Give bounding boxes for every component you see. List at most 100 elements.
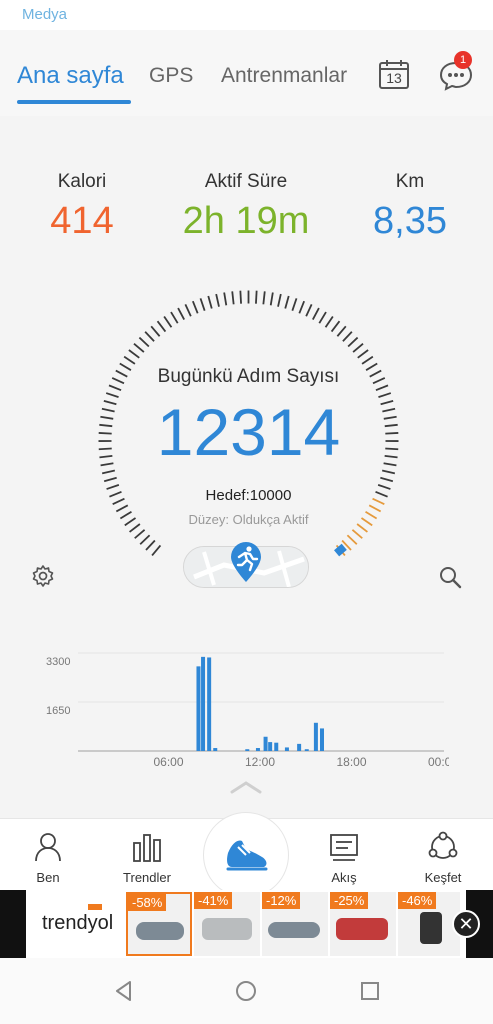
chart-x-tick-label: 18:00 xyxy=(337,755,367,769)
workout-shoe-button[interactable] xyxy=(203,812,289,898)
ad-product-2[interactable]: -41% xyxy=(194,892,260,956)
chart-bar xyxy=(284,747,289,751)
ad-product-image xyxy=(202,918,252,940)
ad-product-image xyxy=(336,918,388,940)
tab-gps[interactable]: GPS xyxy=(149,64,193,88)
runner-pin-icon[interactable] xyxy=(228,540,264,584)
chart-bar xyxy=(245,749,250,751)
chart-y-tick-label: 3300 xyxy=(46,656,70,668)
ad-product-image xyxy=(420,912,442,944)
ad-left-edge xyxy=(0,890,26,958)
discover-icon xyxy=(428,831,458,859)
ad-product-1[interactable]: -58% xyxy=(126,892,192,956)
gauge-tick xyxy=(298,300,305,314)
gauge-tick xyxy=(123,355,136,365)
search-icon[interactable] xyxy=(438,565,462,589)
gauge-tick xyxy=(207,295,213,309)
notification-badge: 1 xyxy=(454,51,472,69)
gauge-tick xyxy=(324,315,334,328)
gauge-tick xyxy=(231,291,235,305)
ad-discount-5: -46% xyxy=(398,892,437,909)
gauge-tick xyxy=(255,290,258,304)
ad-product-image xyxy=(136,922,184,940)
calendar-icon[interactable]: 13 xyxy=(378,58,410,90)
gauge-tick xyxy=(128,349,140,359)
ad-close-icon[interactable]: ✕ xyxy=(452,910,480,938)
tab-workouts[interactable]: Antrenmanlar xyxy=(221,64,347,88)
gauge-tick xyxy=(139,534,151,545)
nav-item-discover[interactable]: Keşfet xyxy=(408,831,478,885)
bar-chart-icon xyxy=(133,834,161,862)
gauge-tick xyxy=(346,534,358,545)
gauge-tick xyxy=(144,331,155,342)
ad-discount-2: -41% xyxy=(194,892,233,909)
gauge-tick xyxy=(101,469,116,475)
back-icon[interactable] xyxy=(113,980,135,1002)
stat-km-value: 8,35 xyxy=(373,200,447,242)
gauge-tick xyxy=(380,476,394,483)
person-icon xyxy=(35,833,61,862)
ad-product-4[interactable]: -25% xyxy=(330,892,396,956)
gauge-tick xyxy=(150,325,161,337)
ad-product-5[interactable]: -46% xyxy=(398,892,460,956)
home-icon[interactable] xyxy=(235,980,257,1002)
messages-icon[interactable]: 1 xyxy=(438,51,474,92)
stat-active-time-value: 2h 19m xyxy=(182,200,310,242)
step-goal: Hedef:10000 xyxy=(205,487,292,504)
nav-item-trends[interactable]: Trendler xyxy=(112,831,182,885)
chevron-up-icon[interactable] xyxy=(230,780,262,794)
chart-bar xyxy=(274,742,279,751)
gauge-tick xyxy=(145,539,156,551)
ad-banner[interactable]: trendyol -58% -41% -12% -25% -46% ✕ xyxy=(0,890,493,958)
chart-bar xyxy=(313,722,318,751)
gauge-tick xyxy=(269,292,274,306)
gauge-tick xyxy=(239,290,242,304)
active-tab-indicator xyxy=(17,100,131,104)
gauge-tick xyxy=(342,331,353,342)
ad-discount-3: -12% xyxy=(262,892,301,909)
chart-bar xyxy=(297,743,302,751)
nav-label-feed: Akış xyxy=(331,870,357,885)
chart-x-tick-label: 06:00 xyxy=(154,755,184,769)
gauge-tick xyxy=(134,529,146,539)
status-bar: Medya xyxy=(0,0,493,30)
recents-icon[interactable] xyxy=(359,980,381,1002)
gauge-tick xyxy=(336,325,347,337)
settings-gear-icon[interactable] xyxy=(31,564,55,588)
nav-item-me[interactable]: Ben xyxy=(13,831,83,885)
gauge-tick xyxy=(151,544,162,556)
gauge-tick xyxy=(357,349,369,359)
gauge-tick xyxy=(138,336,150,348)
nav-item-feed[interactable]: Akış xyxy=(309,831,379,885)
ad-product-3[interactable]: -12% xyxy=(262,892,328,956)
gauge-tick xyxy=(381,469,396,475)
gauge-tick xyxy=(199,298,206,311)
gauge-tick xyxy=(163,315,173,328)
gauge-tick xyxy=(215,293,220,307)
stat-active-time-label: Aktif Süre xyxy=(204,171,288,192)
gauge-tick xyxy=(291,298,298,311)
stat-km-label: Km xyxy=(395,171,425,192)
gauge-tick xyxy=(115,504,129,513)
gauge-tick xyxy=(277,293,282,307)
gauge-tick xyxy=(305,304,313,317)
hourly-steps-chart: 3300 1650 06:00 12:00 18:00 00:00 xyxy=(44,650,458,780)
feed-icon xyxy=(330,834,358,861)
stat-calories-value: 414 xyxy=(50,200,114,242)
gauge-tick xyxy=(361,355,374,365)
gauge-tick xyxy=(177,307,185,320)
ad-brand-logo[interactable]: trendyol xyxy=(42,912,113,935)
chart-bar xyxy=(207,657,212,751)
stat-calories-label: Kalori xyxy=(57,171,107,192)
ad-discount-1: -58% xyxy=(128,894,167,911)
chart-bar xyxy=(255,748,260,751)
chart-x-tick-label: 00:00 xyxy=(428,755,449,769)
chart-bar xyxy=(304,749,309,751)
ad-discount-4: -25% xyxy=(330,892,369,909)
gauge-tick xyxy=(170,311,179,324)
chart-y-tick-label: 1650 xyxy=(46,705,70,717)
gauge-tick xyxy=(284,295,290,309)
gauge-tick xyxy=(156,320,167,333)
chart-bar xyxy=(196,666,201,751)
tab-home[interactable]: Ana sayfa xyxy=(17,62,124,90)
